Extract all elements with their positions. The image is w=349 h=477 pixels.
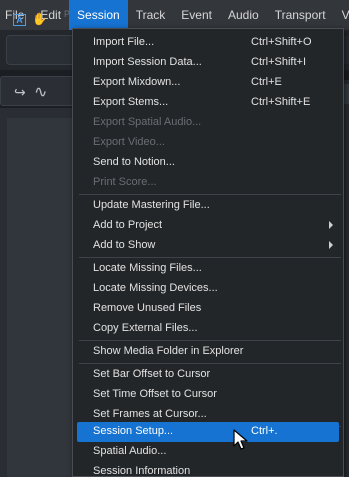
toolbar-partial-label: P (64, 9, 71, 19)
menu-item-shortcut: Ctrl+. (251, 425, 278, 437)
menu-item-label: Add to Show (93, 239, 156, 251)
menu-item-label: Import Session Data... (93, 56, 202, 68)
menu-item-session-setup[interactable]: Session Setup... Ctrl+. (77, 422, 339, 442)
menu-item-shortcut: Ctrl+E (251, 76, 282, 88)
menu-item-export-mixdown[interactable]: Export Mixdown... Ctrl+E (77, 73, 339, 93)
menu-item-set-time-offset[interactable]: Set Time Offset to Cursor (77, 385, 339, 405)
menu-item-label: Import File... (93, 36, 155, 48)
menu-item-shortcut: Ctrl+Shift+O (251, 36, 312, 48)
menu-session[interactable]: Session (69, 0, 128, 30)
menu-item-session-information[interactable]: Session Information (77, 462, 339, 477)
menu-item-shortcut: Ctrl+Shift+I (251, 56, 307, 68)
menu-item-copy-external-files[interactable]: Copy External Files... (77, 319, 339, 339)
menu-item-label: Export Spatial Audio... (93, 116, 202, 128)
automation-icon[interactable]: ∿ (34, 82, 47, 102)
menu-item-add-to-show[interactable]: Add to Show (77, 236, 339, 256)
submenu-arrow-icon (329, 221, 333, 229)
menu-item-locate-missing-devices[interactable]: Locate Missing Devices... (77, 279, 339, 299)
menu-item-send-to-notion[interactable]: Send to Notion... (77, 153, 339, 173)
menu-item-label: Spatial Audio... (93, 445, 167, 457)
menu-item-label: Remove Unused Files (93, 302, 202, 314)
menu-separator (79, 194, 341, 195)
menu-item-label: Print Score... (93, 176, 157, 188)
submenu-arrow-icon (329, 241, 333, 249)
menu-item-label: Export Mixdown... (93, 76, 181, 88)
menu-view[interactable]: Vie (334, 0, 349, 30)
arrange-tool-icon[interactable]: A (13, 14, 26, 26)
menu-item-label: Show Media Folder in Explorer (93, 345, 244, 357)
menu-item-print-score: Print Score... (77, 173, 339, 193)
menu-item-import-file[interactable]: Import File... Ctrl+Shift+O (77, 33, 339, 53)
menu-item-label: Set Time Offset to Cursor (93, 388, 217, 400)
menu-event[interactable]: Event (173, 0, 220, 30)
menu-item-export-spatial-audio: Export Spatial Audio... (77, 113, 339, 133)
menu-item-label: Locate Missing Devices... (93, 282, 218, 294)
menubar: File Edit Session Track Event Audio Tran… (0, 0, 349, 30)
mouse-pointer-icon (233, 429, 248, 450)
session-menu: Import File... Ctrl+Shift+O Import Sessi… (72, 28, 344, 477)
menu-item-label: Set Bar Offset to Cursor (93, 368, 211, 380)
menu-item-label: Export Video... (93, 136, 165, 148)
menu-item-locate-missing-files[interactable]: Locate Missing Files... (77, 259, 339, 279)
menu-separator (79, 363, 341, 364)
menu-item-label: Locate Missing Files... (93, 262, 202, 274)
menu-item-spatial-audio[interactable]: Spatial Audio... (77, 442, 339, 462)
menu-separator (79, 257, 341, 258)
wrench-icon[interactable]: ↪ (14, 84, 26, 101)
menu-item-add-to-project[interactable]: Add to Project (77, 216, 339, 236)
menu-item-label: Session Information (93, 465, 191, 477)
menu-track[interactable]: Track (128, 0, 174, 30)
menu-item-label: Set Frames at Cursor... (93, 408, 207, 420)
menu-separator (79, 340, 341, 341)
menu-item-show-media-folder[interactable]: Show Media Folder in Explorer (77, 342, 339, 362)
menu-item-shortcut: Ctrl+Shift+E (251, 96, 311, 108)
menu-item-set-bar-offset[interactable]: Set Bar Offset to Cursor (77, 365, 339, 385)
menu-item-import-session-data[interactable]: Import Session Data... Ctrl+Shift+I (77, 53, 339, 73)
tool-group (6, 35, 76, 65)
menu-item-label: Update Mastering File... (93, 199, 210, 211)
menu-transport[interactable]: Transport (267, 0, 334, 30)
menu-item-label: Copy External Files... (93, 322, 198, 334)
menu-item-remove-unused-files[interactable]: Remove Unused Files (77, 299, 339, 319)
menu-item-label: Export Stems... (93, 96, 169, 108)
menu-item-label: Add to Project (93, 219, 163, 231)
menu-item-update-mastering-file[interactable]: Update Mastering File... (77, 196, 339, 216)
menu-item-export-video: Export Video... (77, 133, 339, 153)
hand-tool-icon[interactable]: ✋ (32, 12, 47, 26)
menu-item-label: Send to Notion... (93, 156, 175, 168)
menu-item-label: Session Setup... (93, 425, 174, 437)
menu-audio[interactable]: Audio (220, 0, 267, 30)
menu-item-export-stems[interactable]: Export Stems... Ctrl+Shift+E (77, 93, 339, 113)
track-list-inner (7, 118, 73, 477)
